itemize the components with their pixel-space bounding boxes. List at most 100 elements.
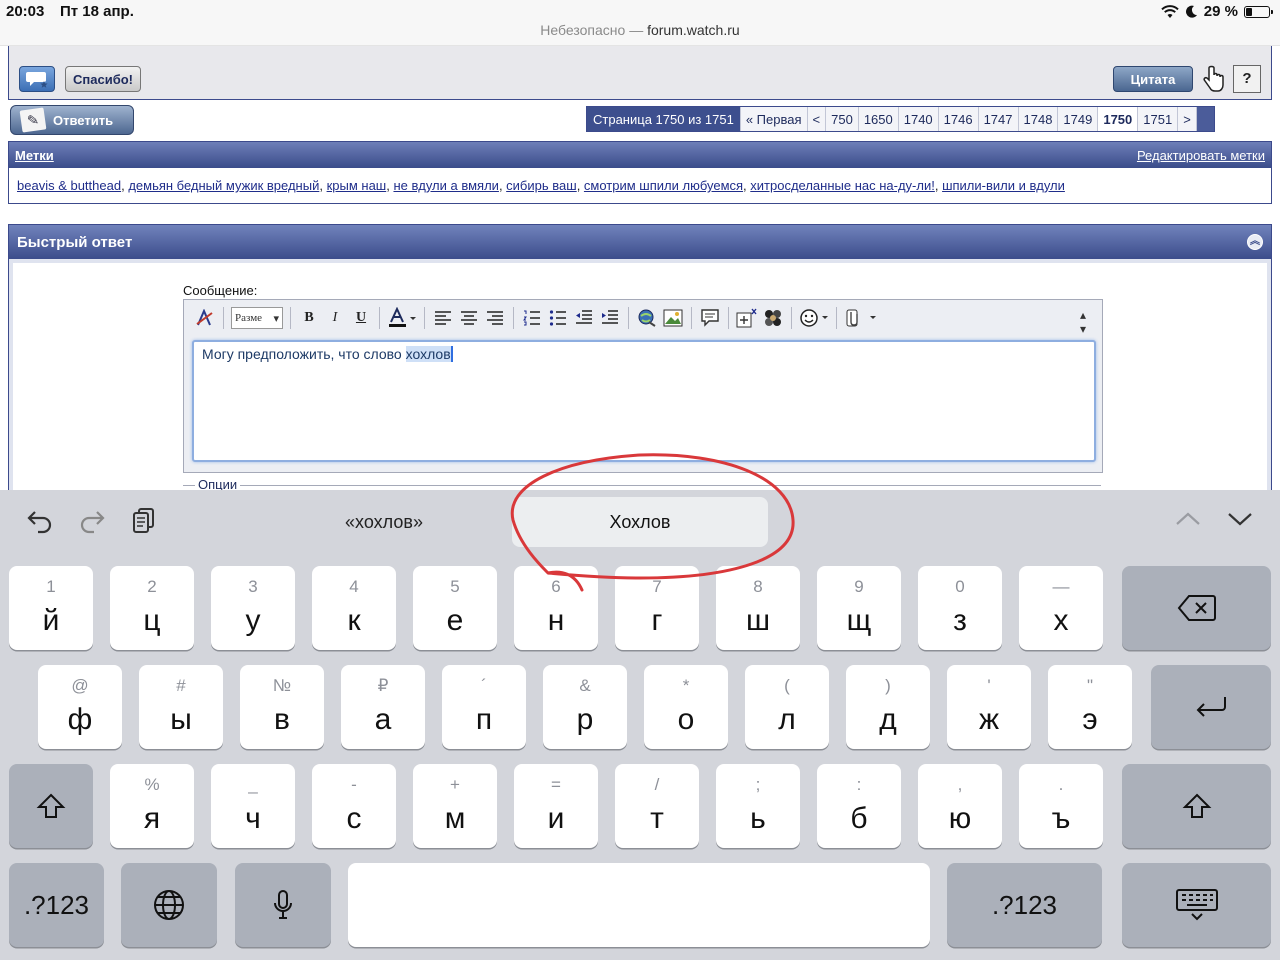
undo-icon[interactable] bbox=[24, 506, 56, 538]
tag-link[interactable]: шпили-вили и вдули bbox=[942, 178, 1065, 193]
key[interactable]: # ы bbox=[139, 665, 223, 749]
key[interactable]: ₽ а bbox=[341, 665, 425, 749]
indent-icon[interactable] bbox=[599, 306, 621, 330]
insert-table-icon[interactable] bbox=[736, 306, 758, 330]
collapse-icon[interactable]: ︽ bbox=[1247, 234, 1263, 250]
tag-link[interactable]: смотрим шпили любуемся bbox=[584, 178, 743, 193]
page-link[interactable]: 1749 bbox=[1057, 107, 1098, 131]
tag-link[interactable]: не вдули а вмяли bbox=[393, 178, 498, 193]
key[interactable]: & р bbox=[543, 665, 627, 749]
return-key[interactable] bbox=[1151, 665, 1271, 749]
redo-icon[interactable] bbox=[76, 506, 108, 538]
key[interactable]: (л bbox=[745, 665, 829, 749]
hide-keyboard-key[interactable] bbox=[1122, 863, 1271, 947]
page-first[interactable]: « Первая bbox=[739, 107, 807, 131]
quote-button[interactable]: Цитата bbox=[1113, 66, 1193, 92]
align-right-icon[interactable] bbox=[484, 306, 506, 330]
message-textarea[interactable]: Могу предположить, что слово хохлов bbox=[192, 340, 1096, 462]
page-link[interactable]: 750 bbox=[825, 107, 858, 131]
quick-quote-button[interactable]: ? bbox=[1233, 65, 1261, 93]
page-link[interactable]: 1740 bbox=[897, 107, 938, 131]
thanks-button[interactable]: Спасибо! bbox=[65, 66, 141, 92]
page-link[interactable]: 1747 bbox=[977, 107, 1018, 131]
ordered-list-icon[interactable] bbox=[521, 306, 543, 330]
insert-quote-icon[interactable] bbox=[699, 306, 721, 330]
key[interactable]: ,ю bbox=[918, 764, 1002, 848]
align-center-icon[interactable] bbox=[458, 306, 480, 330]
resize-handle-icon[interactable]: ▴ ▾ bbox=[1080, 308, 1086, 336]
key[interactable]: 2ц bbox=[110, 566, 194, 650]
italic-button[interactable]: I bbox=[324, 306, 346, 330]
tag-link[interactable]: beavis & butthead bbox=[17, 178, 121, 193]
shift-key-right[interactable] bbox=[1122, 764, 1271, 848]
key[interactable]: ; ь bbox=[716, 764, 800, 848]
key[interactable]: № в bbox=[240, 665, 324, 749]
prediction-capitalized[interactable]: Хохлов bbox=[512, 497, 768, 547]
attachment-icon[interactable] bbox=[844, 306, 880, 330]
text-color-icon[interactable] bbox=[387, 306, 417, 330]
remove-format-icon[interactable] bbox=[194, 306, 216, 330]
key[interactable]: ´ п bbox=[442, 665, 526, 749]
tag-link[interactable]: сибирь ваш bbox=[506, 178, 577, 193]
page-link[interactable]: 1748 bbox=[1017, 107, 1058, 131]
key[interactable]: ' ж bbox=[947, 665, 1031, 749]
reply-button[interactable]: ✎ Ответить bbox=[10, 105, 134, 135]
underline-button[interactable]: U bbox=[350, 306, 372, 330]
font-size-select[interactable]: Разме ▾ bbox=[231, 307, 283, 329]
tag-link[interactable]: демьян бедный мужик вредный bbox=[128, 178, 319, 193]
key[interactable]: / т bbox=[615, 764, 699, 848]
key[interactable]: _ ч bbox=[211, 764, 295, 848]
key[interactable]: :б bbox=[817, 764, 901, 848]
chevron-down-icon[interactable] bbox=[1224, 506, 1256, 538]
key[interactable]: 3у bbox=[211, 566, 295, 650]
key[interactable]: * о bbox=[644, 665, 728, 749]
shift-key-left[interactable] bbox=[9, 764, 93, 848]
align-left-icon[interactable] bbox=[432, 306, 454, 330]
tags-title[interactable]: Метки bbox=[15, 148, 54, 163]
key[interactable]: 1й bbox=[9, 566, 93, 650]
page-prev[interactable]: < bbox=[806, 107, 826, 131]
page-jump-menu[interactable] bbox=[1195, 107, 1214, 131]
smiley-icon[interactable] bbox=[799, 306, 829, 330]
insert-image-icon[interactable] bbox=[662, 306, 684, 330]
key[interactable]: 0з bbox=[918, 566, 1002, 650]
paste-icon[interactable] bbox=[128, 506, 160, 538]
prediction-quoted[interactable]: «хохлов» bbox=[284, 498, 484, 546]
key[interactable]: + м bbox=[413, 764, 497, 848]
insert-media-icon[interactable] bbox=[762, 306, 784, 330]
key[interactable]: 5е bbox=[413, 566, 497, 650]
bullet-list-icon[interactable] bbox=[547, 306, 569, 330]
numbers-key-right[interactable]: .?123 bbox=[947, 863, 1102, 947]
key[interactable]: 9щ bbox=[817, 566, 901, 650]
key[interactable]: % я bbox=[110, 764, 194, 848]
key[interactable]: 8ш bbox=[716, 566, 800, 650]
key[interactable]: = и bbox=[514, 764, 598, 848]
tag-link[interactable]: крым наш bbox=[327, 178, 387, 193]
edit-tags-link[interactable]: Редактировать метки bbox=[1137, 148, 1265, 163]
page-next[interactable]: > bbox=[1177, 107, 1196, 131]
outdent-icon[interactable] bbox=[573, 306, 595, 330]
globe-key[interactable] bbox=[121, 863, 217, 947]
bold-button[interactable]: B bbox=[298, 306, 320, 330]
dictation-key[interactable] bbox=[235, 863, 331, 947]
key[interactable]: .ъ bbox=[1019, 764, 1103, 848]
key[interactable]: -с bbox=[312, 764, 396, 848]
reputation-button[interactable] bbox=[19, 66, 55, 92]
chevron-up-icon[interactable] bbox=[1172, 506, 1204, 538]
numbers-key-left[interactable]: .?123 bbox=[9, 863, 104, 947]
key[interactable]: — х bbox=[1019, 566, 1103, 650]
tag-link[interactable]: хитросделанные нас на-ду-ли! bbox=[750, 178, 935, 193]
space-key[interactable] bbox=[348, 863, 930, 947]
page-link[interactable]: 1746 bbox=[937, 107, 978, 131]
key[interactable]: 7г bbox=[615, 566, 699, 650]
page-link[interactable]: 1751 bbox=[1137, 107, 1178, 131]
hand-pointer-icon[interactable] bbox=[1201, 65, 1225, 93]
insert-link-icon[interactable] bbox=[636, 306, 658, 330]
key[interactable]: ) д bbox=[846, 665, 930, 749]
page-link[interactable]: 1650 bbox=[857, 107, 898, 131]
backspace-key[interactable] bbox=[1122, 566, 1271, 650]
key[interactable]: 4к bbox=[312, 566, 396, 650]
key[interactable]: 6н bbox=[514, 566, 598, 650]
key[interactable]: " э bbox=[1048, 665, 1132, 749]
address-bar[interactable]: Небезопасно — forum.watch.ru bbox=[0, 22, 1280, 38]
